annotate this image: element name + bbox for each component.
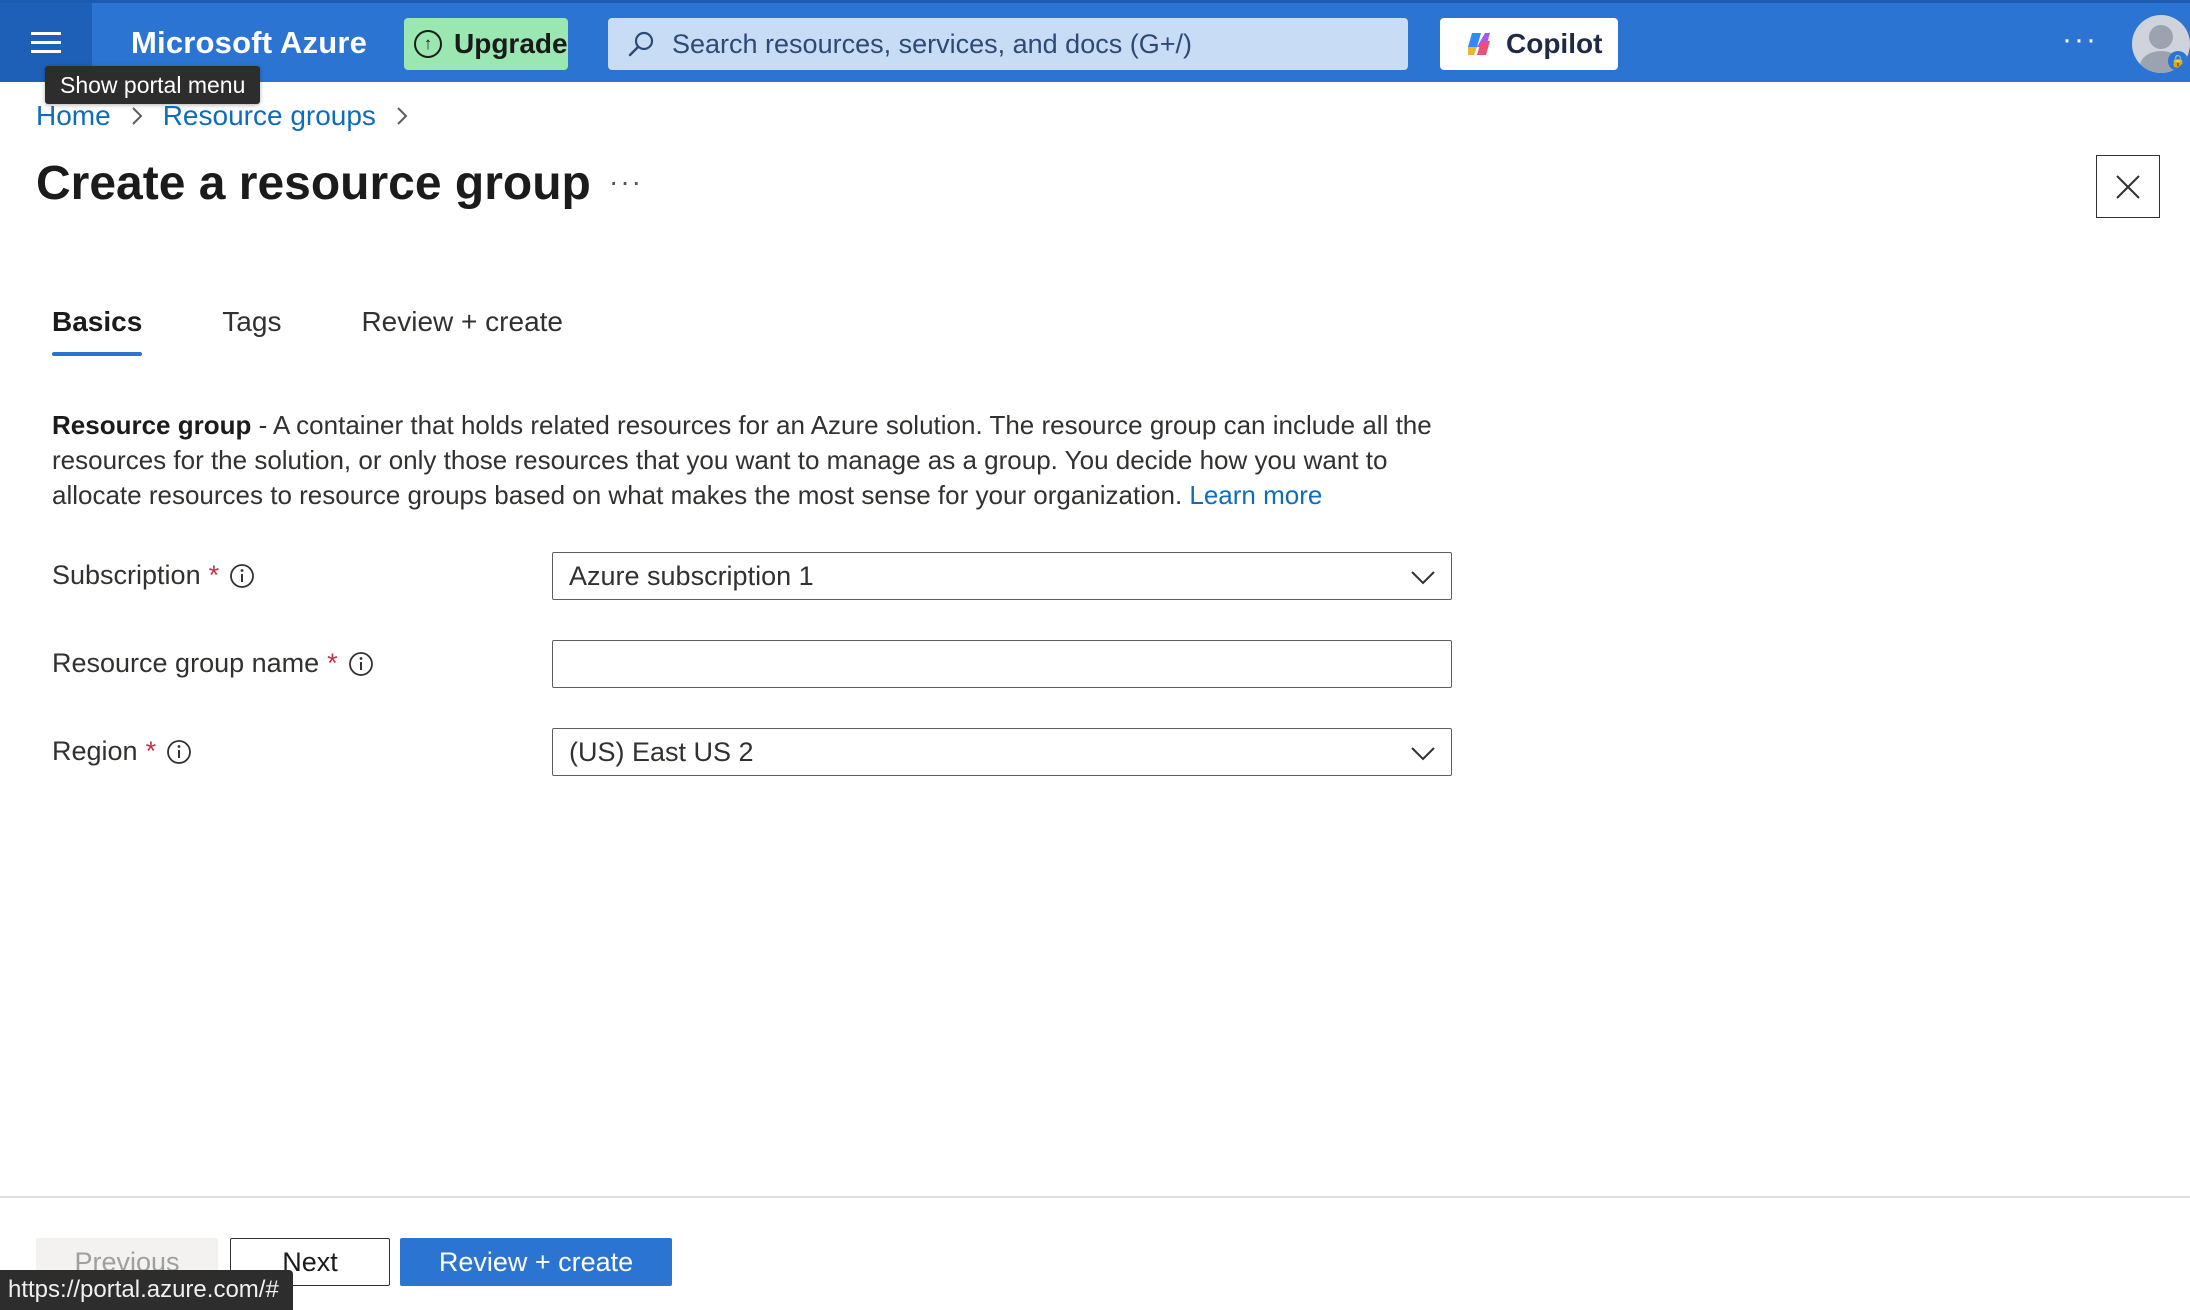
more-options-icon[interactable]: ··· [2062, 23, 2098, 57]
resource-group-name-label-group: Resource group name * [52, 648, 374, 679]
copilot-button[interactable]: Copilot [1440, 18, 1618, 70]
copilot-label: Copilot [1506, 28, 1603, 59]
title-more-options-icon[interactable]: ··· [609, 166, 643, 198]
subscription-value: Azure subscription 1 [569, 560, 814, 591]
subscription-label: Subscription [52, 560, 201, 590]
wizard-tabs: Basics Tags Review + create [52, 306, 643, 356]
description-term: Resource group [52, 410, 252, 440]
breadcrumb-home[interactable]: Home [36, 100, 111, 132]
tab-review-create[interactable]: Review + create [361, 306, 563, 356]
lock-icon: 🔒 [2168, 51, 2188, 71]
region-label-group: Region * [52, 736, 192, 767]
resource-group-name-field[interactable] [552, 640, 1452, 688]
info-icon[interactable] [166, 739, 192, 765]
breadcrumb: Home Resource groups [36, 100, 428, 132]
region-label: Region [52, 736, 138, 766]
resource-group-description: Resource group - A container that holds … [52, 408, 1472, 513]
close-icon [2116, 174, 2140, 199]
portal-menu-tooltip: Show portal menu [45, 66, 261, 104]
search-input[interactable] [672, 28, 1392, 60]
region-dropdown[interactable]: (US) East US 2 [552, 728, 1452, 776]
subscription-dropdown[interactable]: Azure subscription 1 [552, 552, 1452, 600]
resource-group-name-input[interactable] [569, 648, 1429, 680]
review-create-button[interactable]: Review + create [400, 1238, 672, 1286]
hamburger-icon [31, 29, 61, 56]
resource-group-name-row: Resource group name * [52, 640, 1452, 688]
page-title: Create a resource group [36, 157, 591, 210]
required-marker: * [327, 648, 338, 678]
required-marker: * [208, 560, 220, 590]
breadcrumb-resource-groups[interactable]: Resource groups [163, 100, 376, 132]
info-icon[interactable] [348, 651, 374, 677]
footer-divider [0, 1196, 2190, 1198]
search-icon [628, 31, 654, 57]
learn-more-link[interactable]: Learn more [1189, 480, 1322, 510]
brand-title[interactable]: Microsoft Azure [131, 25, 367, 61]
top-bar: Microsoft Azure ↑ Upgrade Copilot ··· 🔒 [0, 0, 2190, 82]
upgrade-label: Upgrade [454, 28, 568, 59]
chevron-right-icon [397, 107, 408, 125]
subscription-row: Subscription * Azure subscription 1 [52, 552, 1452, 600]
status-bar-url: https://portal.azure.com/# [0, 1270, 293, 1310]
region-value: (US) East US 2 [569, 736, 754, 767]
arrow-up-circle-icon: ↑ [414, 30, 442, 58]
upgrade-button[interactable]: ↑ Upgrade [404, 18, 568, 70]
tab-basics[interactable]: Basics [52, 306, 143, 356]
account-avatar[interactable]: 🔒 [2132, 15, 2190, 73]
info-icon[interactable] [229, 563, 255, 589]
chevron-right-icon [131, 107, 143, 125]
chevron-down-icon [1411, 747, 1435, 761]
close-button[interactable] [2096, 155, 2160, 218]
resource-group-name-label: Resource group name [52, 648, 320, 678]
required-marker: * [145, 736, 157, 766]
tab-tags[interactable]: Tags [222, 306, 281, 356]
global-search[interactable] [608, 18, 1408, 70]
copilot-icon [1468, 33, 1490, 55]
chevron-down-icon [1411, 571, 1435, 585]
region-row: Region * (US) East US 2 [52, 728, 1452, 776]
subscription-label-group: Subscription * [52, 560, 255, 591]
